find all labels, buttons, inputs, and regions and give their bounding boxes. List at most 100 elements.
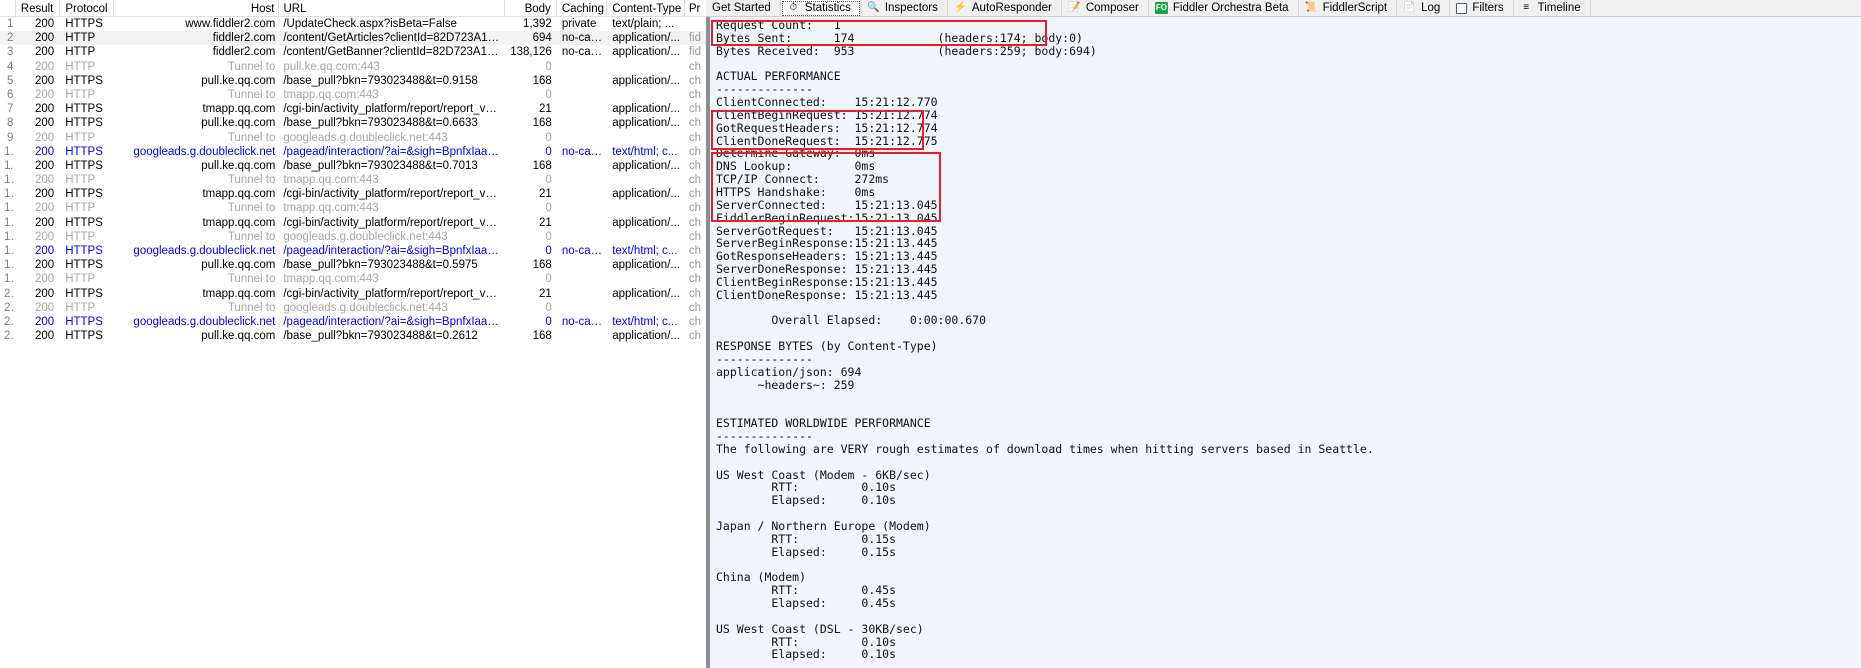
- session-row[interactable]: 13 200 HTTPS tmapp.qq.com/cgi-bin/activity_…: [0, 187, 706, 201]
- column-header-url[interactable]: URL: [279, 0, 506, 17]
- session-cell-ctype: [607, 131, 685, 145]
- session-row[interactable]: 23 200 HTTPS pull.ke.qq.com/base_pull?bkn=7…: [0, 329, 706, 343]
- session-row[interactable]: 17 200 HTTPS googleads.g.doubleclick.net/pa…: [0, 244, 706, 258]
- session-cell-host: Tunnel to: [227, 202, 276, 215]
- tab-filters[interactable]: Filters: [1450, 0, 1514, 16]
- tab-timeline[interactable]: ≡ Timeline: [1513, 0, 1591, 16]
- session-cell-ctype: text/html; c...: [612, 145, 678, 158]
- session-cell-caching: [557, 272, 607, 286]
- session-cell-proto: HTTPS: [65, 103, 103, 116]
- column-header-ctype[interactable]: Content-Type: [607, 0, 685, 17]
- session-cell-proto: HTTP: [65, 88, 96, 101]
- session-cell-ctype: text/html; c...: [612, 245, 678, 257]
- statistics-line: RTT: 0.15s: [716, 531, 897, 546]
- tab-inspectors[interactable]: 🔍 Inspectors: [860, 0, 948, 16]
- session-row[interactable]: 6 200 HTTP Tunnel to tmapp.qq.com:443 0 ch: [0, 88, 706, 102]
- column-header-num[interactable]: [0, 0, 16, 17]
- fiddler-window: Result Protocol Host URL Body Caching Content-…: [0, 0, 1861, 668]
- session-list-panel[interactable]: Result Protocol Host URL Body Caching Content-…: [0, 0, 706, 668]
- session-row[interactable]: 16 200 HTTP Tunnel to googleads.g.doubleclic…: [0, 230, 706, 244]
- tab-statistics[interactable]: ⏱ Statistics: [780, 0, 861, 16]
- lightning-icon: ⚡: [954, 2, 967, 13]
- session-row[interactable]: 12 200 HTTP Tunnel to tmapp.qq.com:443 0 ch: [0, 173, 706, 187]
- tab-autoresponder[interactable]: ⚡ AutoResponder: [947, 0, 1062, 16]
- tab-label: Fiddler Orchestra Beta: [1172, 2, 1289, 14]
- session-row[interactable]: 9 200 HTTP Tunnel to googleads.g.doubleclick…: [0, 131, 706, 145]
- session-row[interactable]: 15 200 HTTPS tmapp.qq.com/cgi-bin/activity_…: [0, 216, 706, 230]
- session-cell-result: 200: [35, 330, 55, 343]
- session-cell-url: /content/GetBanner?clientId=82D723A1212D…: [283, 46, 506, 59]
- session-cell-ctype: [607, 173, 685, 187]
- session-row[interactable]: 18 200 HTTPS pull.ke.qq.com/base_pull?bkn=7…: [0, 258, 706, 272]
- session-cell-caching: [557, 301, 607, 315]
- session-row[interactable]: 4 200 HTTP Tunnel to pull.ke.qq.com:443 0 ch: [0, 60, 706, 74]
- session-row[interactable]: 1 200 HTTPS www.fiddler2.com/UpdateCheck.as…: [0, 17, 706, 31]
- session-cell-body: 0: [545, 301, 552, 314]
- statistics-line: --------------: [716, 429, 813, 443]
- session-cell-host: googleads.g.doubleclick.net: [133, 145, 276, 158]
- session-cell-host: Tunnel to: [227, 301, 276, 314]
- session-cell-proto: HTTPS: [65, 330, 103, 343]
- column-header-proc[interactable]: Pr: [685, 0, 706, 17]
- session-cell-ctype: application/...: [612, 287, 680, 300]
- tab-fiddlerscript[interactable]: 📜 FiddlerScript: [1298, 0, 1398, 16]
- session-row[interactable]: 5 200 HTTPS pull.ke.qq.com/base_pull?bkn=79…: [0, 74, 706, 88]
- column-header-result[interactable]: Result: [16, 0, 61, 17]
- tab-fiddler-orchestra-beta[interactable]: FO Fiddler Orchestra Beta: [1148, 0, 1299, 16]
- session-cell-url: /base_pull?bkn=793023488&t=0.2612: [283, 330, 478, 343]
- session-cell-url: /pagead/interaction/?ai=&sigh=BpnfxIaauQ…: [283, 315, 505, 328]
- column-header-host[interactable]: Host: [114, 0, 280, 17]
- session-cell-ctype: application/...: [612, 32, 680, 45]
- statistics-line: ClientDoneResponse: 15:21:13.445: [716, 287, 938, 302]
- session-row[interactable]: 22 200 HTTPS googleads.g.doubleclick.net/pa…: [0, 315, 706, 329]
- session-cell-url: /pagead/interaction/?ai=&sigh=BpnfxIaauQ…: [283, 145, 505, 158]
- session-row[interactable]: 3 200 HTTP fiddler2.com/content/GetBanner?c…: [0, 45, 706, 59]
- session-grid-header[interactable]: Result Protocol Host URL Body Caching Content-…: [0, 0, 706, 17]
- session-row[interactable]: 8 200 HTTPS pull.ke.qq.com/base_pull?bkn=79…: [0, 116, 706, 130]
- session-cell-host: pull.ke.qq.com: [201, 74, 276, 87]
- session-row[interactable]: 10 200 HTTPS googleads.g.doubleclick.net/pa…: [0, 145, 706, 159]
- session-cell-result: 200: [35, 117, 55, 130]
- statistics-line: Elapsed: 0.45s: [716, 595, 897, 610]
- session-cell-caching: [557, 329, 607, 343]
- session-cell-caching: [557, 201, 607, 215]
- tab-composer[interactable]: 📝 Composer: [1061, 0, 1149, 16]
- session-row[interactable]: 19 200 HTTP Tunnel to tmapp.qq.com:443 0 ch: [0, 272, 706, 286]
- session-cell-result: 200: [35, 60, 55, 73]
- session-row[interactable]: 11 200 HTTPS pull.ke.qq.com/base_pull?bkn=7…: [0, 159, 706, 173]
- tab-label: Log: [1421, 2, 1441, 14]
- column-header-proto[interactable]: Protocol: [60, 0, 114, 17]
- session-row[interactable]: 14 200 HTTP Tunnel to tmapp.qq.com:443 0 ch: [0, 201, 706, 215]
- statistics-line: ClientConnected: 15:21:12.770: [716, 95, 938, 110]
- tab-label: Timeline: [1537, 2, 1581, 14]
- inspector-tabstrip[interactable]: Get Started ⏱ Statistics 🔍 Inspectors ⚡ AutoRe…: [706, 0, 1861, 17]
- session-cell-host: tmapp.qq.com: [202, 216, 276, 229]
- session-cell-ctype: [607, 201, 685, 215]
- session-cell-caching: [557, 131, 607, 145]
- session-cell-num: 17: [4, 245, 15, 257]
- session-cell-ctype: [607, 272, 685, 286]
- tab-get-started[interactable]: Get Started: [706, 0, 781, 16]
- session-cell-num: 7: [7, 103, 14, 116]
- session-cell-body: 138,126: [510, 46, 552, 59]
- session-row[interactable]: 20 200 HTTPS tmapp.qq.com/cgi-bin/activity_…: [0, 287, 706, 301]
- session-cell-caching: [557, 187, 607, 201]
- session-cell-proc: ch: [688, 74, 701, 87]
- column-header-body[interactable]: Body: [505, 0, 557, 17]
- session-row[interactable]: 21 200 HTTP Tunnel to googleads.g.doubleclic…: [0, 301, 706, 315]
- statistics-line: GotRequestHeaders: 15:21:12.774: [716, 120, 938, 135]
- session-cell-caching: [557, 287, 607, 301]
- session-grid-rows[interactable]: 1 200 HTTPS www.fiddler2.com/UpdateCheck.as…: [0, 17, 706, 343]
- session-cell-url: /cgi-bin/activity_platform/report/report…: [283, 103, 505, 116]
- tab-log[interactable]: 📄 Log: [1397, 0, 1451, 16]
- session-row[interactable]: 7 200 HTTPS tmapp.qq.com/cgi-bin/activity_p…: [0, 102, 706, 116]
- session-cell-host: Tunnel to: [227, 174, 276, 187]
- session-row[interactable]: 2 200 HTTP fiddler2.com/content/GetArticles…: [0, 31, 706, 46]
- session-cell-num: 14: [4, 202, 15, 215]
- timeline-icon: ≡: [1523, 2, 1530, 13]
- statistics-line: Elapsed: 0.10s: [716, 647, 897, 662]
- column-header-caching[interactable]: Caching: [557, 0, 608, 17]
- session-cell-result: 200: [35, 103, 55, 116]
- session-cell-host: Tunnel to: [227, 88, 276, 101]
- session-cell-host: Tunnel to: [227, 230, 276, 243]
